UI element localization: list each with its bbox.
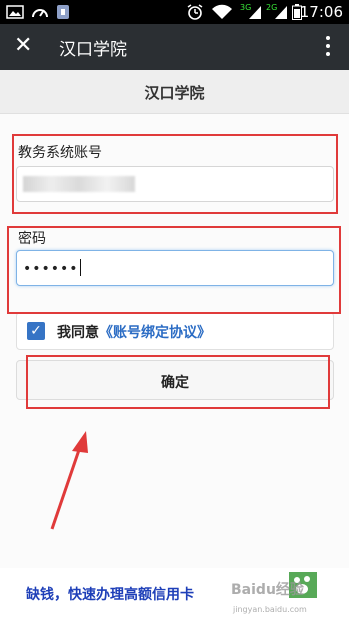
image-icon	[6, 5, 24, 19]
status-bar: 3G 2G 17:06	[0, 0, 349, 24]
agree-text: 我同意《账号绑定协议》	[57, 322, 211, 342]
ad-banner[interactable]: 缺钱，快速办理高额信用卡 Baidu经验 jingyan.baidu.com	[0, 568, 349, 622]
alarm-icon	[187, 4, 203, 20]
close-button[interactable]: ✕	[14, 34, 36, 58]
sim-icon	[57, 5, 69, 19]
agree-prefix: 我同意	[57, 325, 99, 341]
wifi-icon	[212, 4, 232, 19]
page-title: 汉口学院	[144, 84, 205, 102]
agreement-link[interactable]: 《账号绑定协议》	[99, 325, 211, 341]
ad-text[interactable]: 缺钱，快速办理高额信用卡	[26, 584, 194, 604]
annotation-box-password	[7, 226, 341, 314]
annotation-arrow	[50, 431, 88, 530]
agree-checkbox[interactable]: ✓	[27, 322, 45, 340]
status-time: 17:06	[299, 3, 343, 21]
page-header: 汉口学院	[0, 70, 349, 114]
watermark-subtext: jingyan.baidu.com	[232, 605, 307, 614]
annotation-box-confirm	[26, 355, 330, 409]
watermark-text: Baidu经验	[231, 581, 305, 598]
gauge-icon	[32, 9, 48, 18]
agreement-row: ✓ 我同意《账号绑定协议》	[16, 312, 334, 350]
signal-icon	[249, 6, 261, 19]
more-vert-icon[interactable]	[325, 36, 331, 58]
app-bar: ✕ 汉口学院	[0, 24, 349, 70]
signal-icon	[275, 6, 287, 19]
annotation-box-account	[12, 134, 338, 214]
app-title: 汉口学院	[59, 40, 127, 60]
baidu-jingyan-watermark: Baidu经验 jingyan.baidu.com	[231, 572, 317, 614]
